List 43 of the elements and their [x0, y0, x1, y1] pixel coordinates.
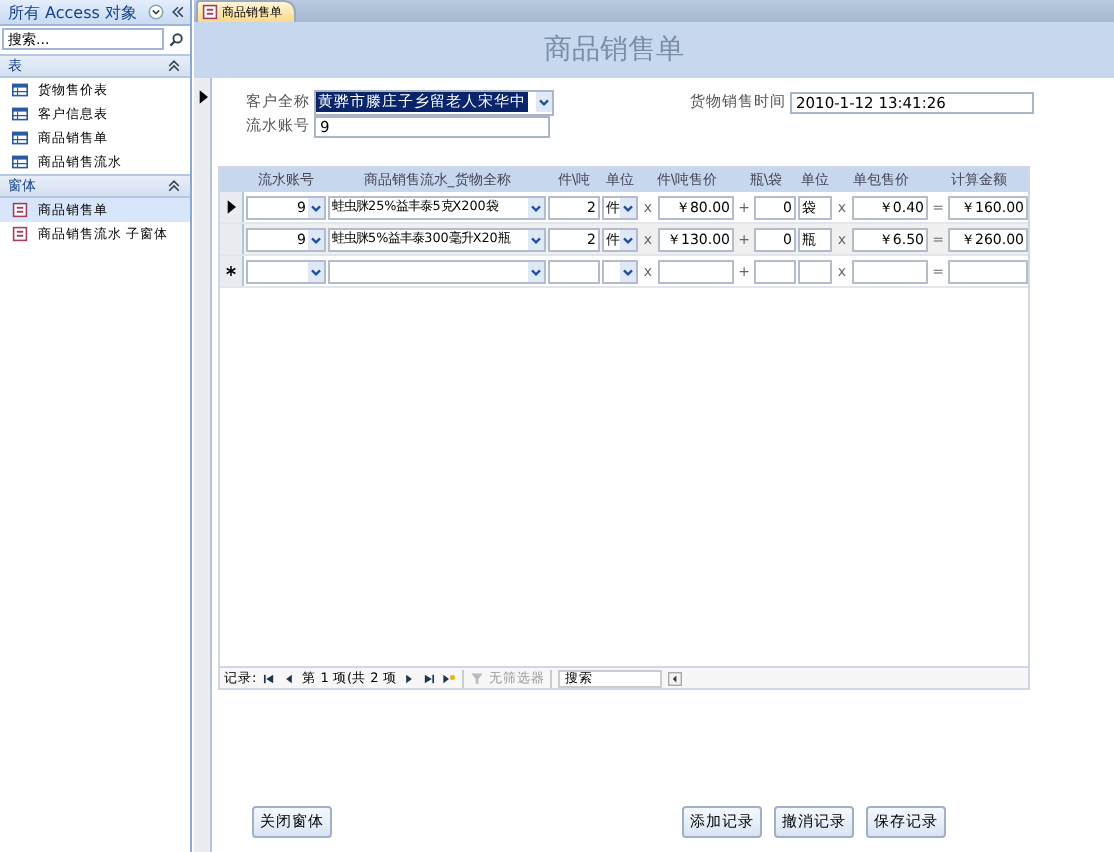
- table-icon: [12, 82, 28, 98]
- unit-combo[interactable]: [602, 259, 638, 283]
- dropdown-icon[interactable]: [308, 229, 324, 249]
- dropdown-icon[interactable]: [620, 197, 636, 217]
- dropdown-icon[interactable]: [308, 197, 324, 217]
- table-icon: [12, 106, 28, 122]
- first-record-icon[interactable]: [262, 671, 277, 685]
- dropdown-icon[interactable]: [528, 261, 544, 281]
- bags-field[interactable]: [754, 259, 796, 283]
- new-record-icon: [226, 264, 236, 278]
- form-icon: [12, 226, 28, 242]
- row-selector[interactable]: [220, 256, 244, 286]
- amount-field[interactable]: [948, 259, 1028, 283]
- collapse-icon[interactable]: [166, 58, 182, 74]
- search-icon[interactable]: [168, 31, 184, 47]
- table-icon: [12, 130, 28, 146]
- dropdown-icon[interactable]: [148, 4, 164, 20]
- price-field[interactable]: [658, 259, 734, 283]
- dropdown-icon[interactable]: [528, 229, 544, 249]
- last-record-icon[interactable]: [422, 671, 437, 685]
- pane-title: 所有 Access 对象: [8, 1, 139, 23]
- collapse-icon[interactable]: [170, 4, 186, 20]
- dropdown-icon[interactable]: [536, 92, 552, 112]
- current-record-icon: [197, 90, 207, 104]
- form-title: 商品销售单: [544, 32, 684, 68]
- quantity-field[interactable]: [548, 259, 600, 283]
- unit-field[interactable]: [798, 259, 832, 283]
- collapse-icon[interactable]: [166, 178, 182, 194]
- filter-icon: [470, 671, 485, 685]
- current-record-icon: [226, 200, 236, 214]
- unit-price-field[interactable]: [852, 259, 928, 283]
- previous-record-icon[interactable]: [282, 671, 297, 685]
- new-record-icon[interactable]: [442, 671, 457, 685]
- row-selector[interactable]: [220, 192, 244, 222]
- form-icon: [12, 202, 28, 218]
- table-icon: [12, 154, 28, 170]
- dropdown-icon[interactable]: [620, 261, 636, 281]
- dropdown-icon[interactable]: [620, 229, 636, 249]
- next-record-icon[interactable]: [402, 671, 417, 685]
- dropdown-icon[interactable]: [308, 261, 324, 281]
- dropdown-icon[interactable]: [528, 197, 544, 217]
- scroll-left-icon[interactable]: [668, 671, 683, 685]
- form-icon: [202, 4, 218, 20]
